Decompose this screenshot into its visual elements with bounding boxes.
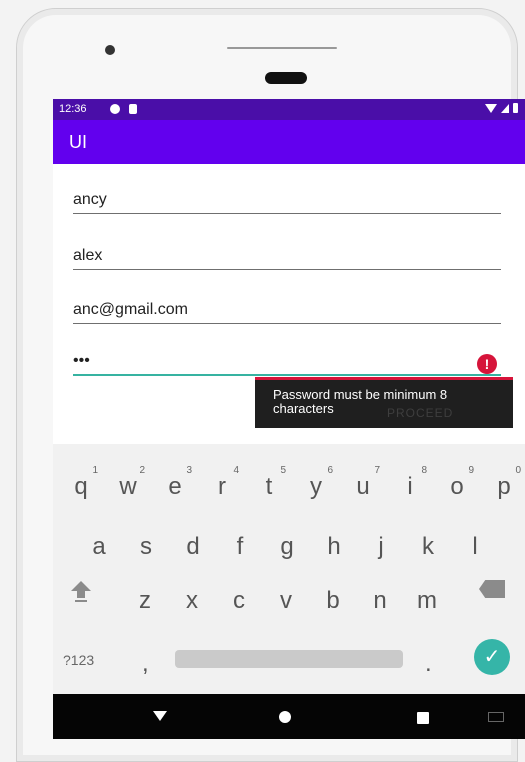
key-z[interactable]: z [125, 578, 165, 624]
recents-icon[interactable] [417, 712, 429, 724]
key-i[interactable]: i8 [390, 464, 430, 510]
front-camera [105, 45, 115, 55]
last-name-field[interactable]: alex [73, 239, 501, 270]
wifi-icon [485, 103, 497, 113]
email-value: anc@gmail.com [73, 301, 188, 318]
key-n[interactable]: n [360, 578, 400, 624]
error-icon: ! [477, 354, 497, 374]
key-l[interactable]: l [455, 524, 495, 570]
key-k[interactable]: k [408, 524, 448, 570]
key-x[interactable]: x [172, 578, 212, 624]
spacebar[interactable] [175, 650, 403, 668]
proceed-button[interactable]: PROCEED [387, 406, 497, 422]
keyboard-row-1: q1 w2 e3 r4 t5 y6 u7 i8 o9 p0 [53, 464, 525, 510]
system-nav-bar [53, 694, 525, 739]
email-field[interactable]: anc@gmail.com [73, 293, 501, 324]
key-p[interactable]: p0 [484, 464, 524, 510]
key-s[interactable]: s [126, 524, 166, 570]
screen: 12:36 UI ancy alex anc@gmail.com ••• ! P [53, 99, 525, 739]
key-m[interactable]: m [407, 578, 447, 624]
app-title: UI [69, 132, 87, 152]
app-bar: UI [53, 120, 525, 164]
keyboard-row-3: z x c v b n m [53, 578, 525, 624]
notification-icon [110, 104, 120, 114]
key-d[interactable]: d [173, 524, 213, 570]
keyboard-done-button[interactable]: ✓ [474, 639, 510, 675]
keyboard-row-2: a s d f g h j k l [53, 524, 525, 570]
key-g[interactable]: g [267, 524, 307, 570]
key-r[interactable]: r4 [202, 464, 242, 510]
key-t[interactable]: t5 [249, 464, 289, 510]
battery-icon [513, 103, 518, 113]
password-error-popup: Password must be minimum 8 characters PR… [255, 377, 513, 428]
back-icon[interactable] [153, 711, 167, 721]
first-name-value: ancy [73, 191, 107, 208]
key-b[interactable]: b [313, 578, 353, 624]
first-name-field[interactable]: ancy [73, 183, 501, 214]
keyboard-switch-icon[interactable] [488, 712, 504, 722]
speaker-slot [265, 72, 307, 84]
key-q[interactable]: q1 [61, 464, 101, 510]
key-v[interactable]: v [266, 578, 306, 624]
on-screen-keyboard: q1 w2 e3 r4 t5 y6 u7 i8 o9 p0 a s d f g … [53, 444, 525, 694]
key-j[interactable]: j [361, 524, 401, 570]
sd-card-icon [129, 104, 137, 114]
status-icons [485, 103, 518, 113]
key-o[interactable]: o9 [437, 464, 477, 510]
status-time: 12:36 [59, 103, 87, 115]
phone-frame: 12:36 UI ancy alex anc@gmail.com ••• ! P [16, 8, 525, 762]
home-icon[interactable] [279, 711, 291, 723]
password-value: ••• [73, 352, 90, 369]
key-a[interactable]: a [79, 524, 119, 570]
key-e[interactable]: e3 [155, 464, 195, 510]
last-name-value: alex [73, 247, 103, 264]
status-bar: 12:36 [53, 99, 525, 120]
key-w[interactable]: w2 [108, 464, 148, 510]
key-f[interactable]: f [220, 524, 260, 570]
symbols-key[interactable]: ?123 [63, 652, 94, 668]
comma-key[interactable]: , [142, 650, 149, 678]
key-u[interactable]: u7 [343, 464, 383, 510]
period-key[interactable]: . [425, 650, 432, 678]
key-h[interactable]: h [314, 524, 354, 570]
key-y[interactable]: y6 [296, 464, 336, 510]
password-field[interactable]: ••• ! [73, 344, 501, 376]
signal-icon [501, 103, 509, 113]
key-c[interactable]: c [219, 578, 259, 624]
top-earpiece-line [227, 47, 337, 49]
